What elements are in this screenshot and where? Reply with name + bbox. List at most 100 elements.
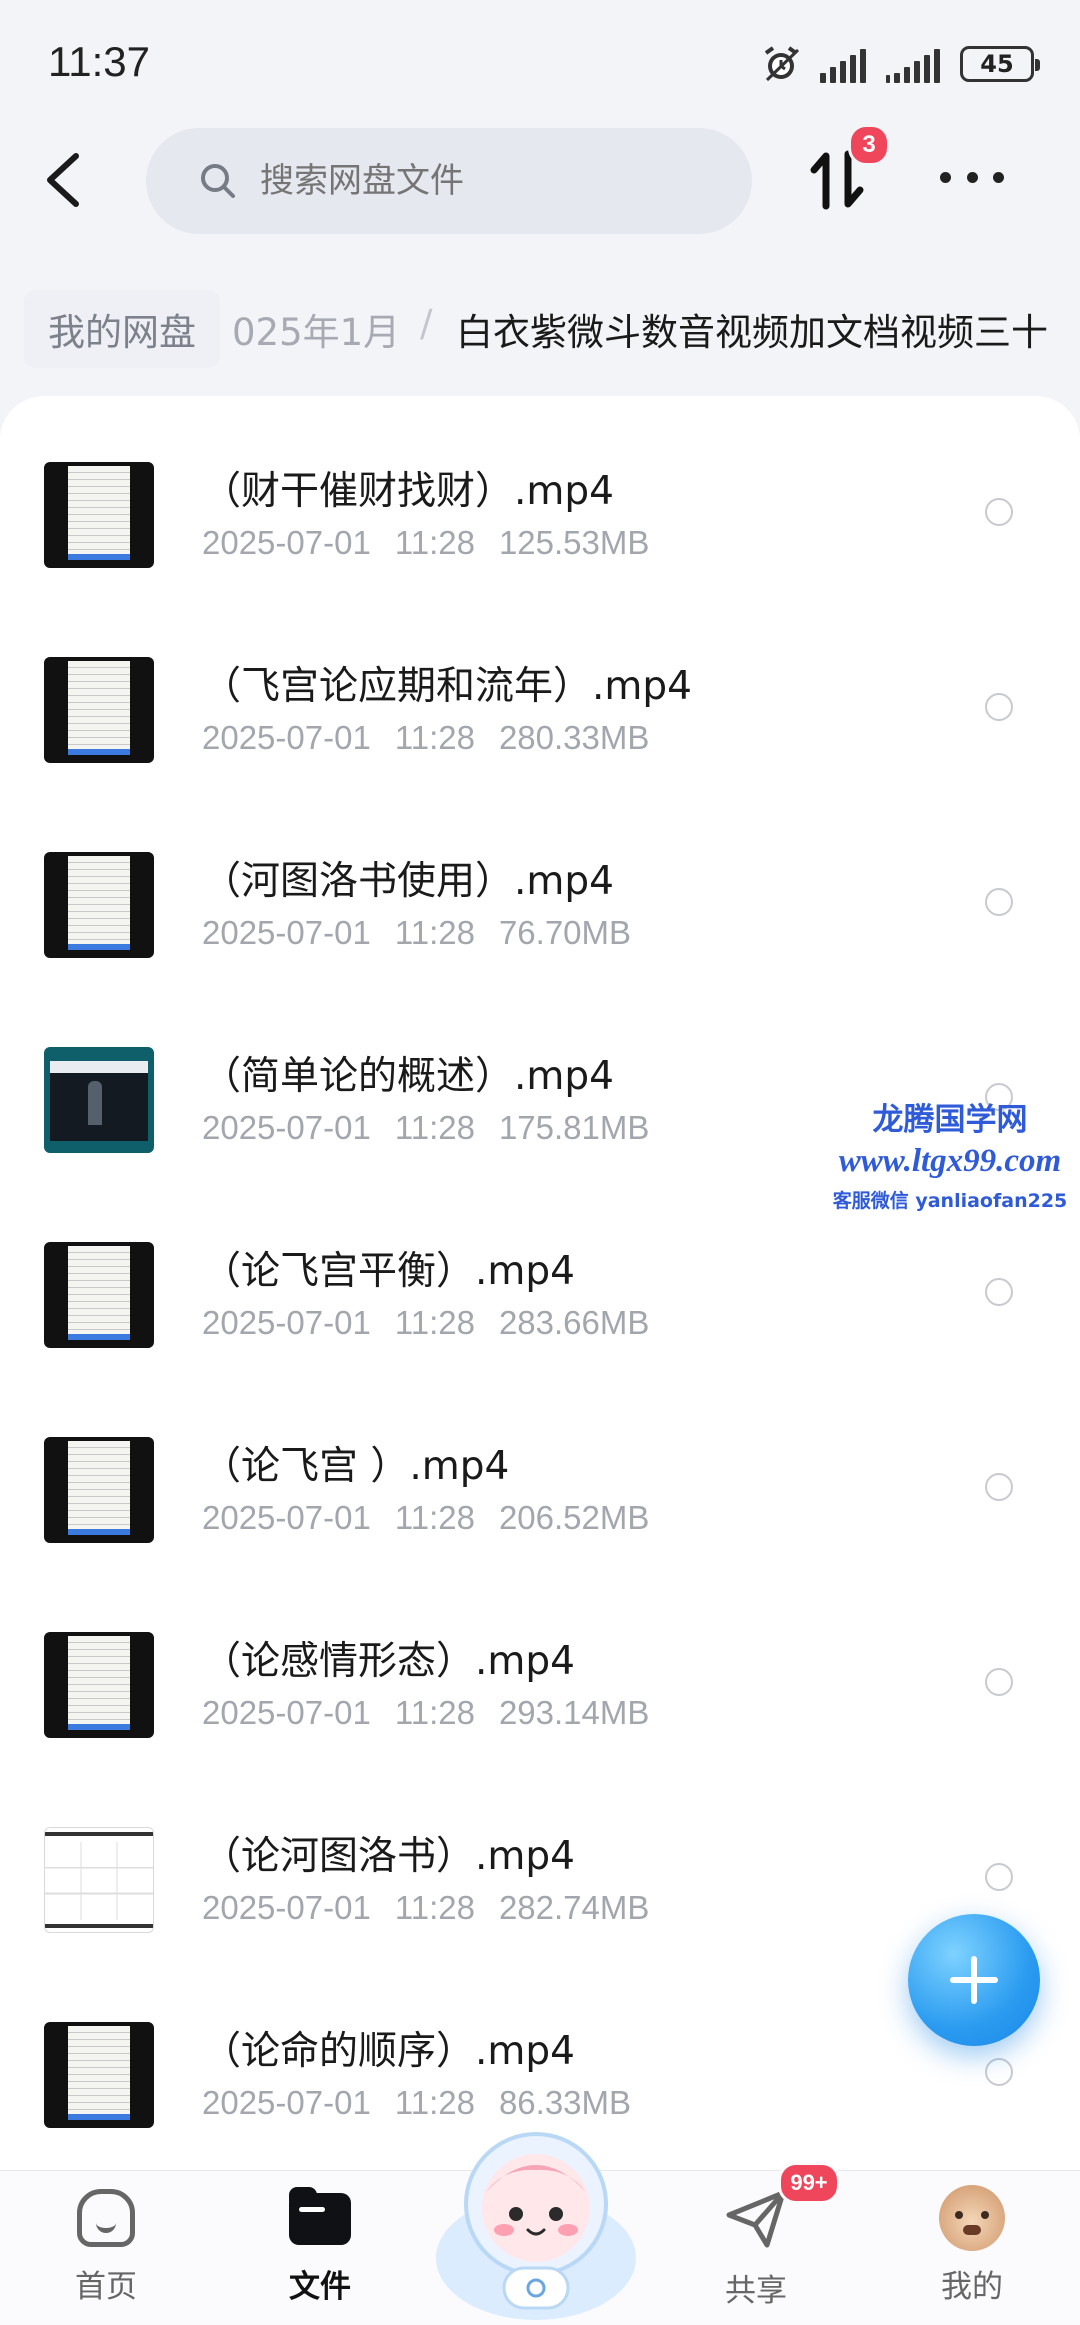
breadcrumb-folder[interactable]: 025年1月 — [232, 302, 400, 356]
share-badge: 99+ — [778, 2162, 840, 2204]
file-meta: 2025-07-01 11:28 283.66MB — [202, 1304, 673, 1342]
video-thumbnail — [44, 462, 154, 568]
file-time: 11:28 — [394, 524, 475, 561]
file-size: 175.81MB — [498, 1109, 650, 1146]
dot-icon — [966, 171, 978, 183]
file-size: 125.53MB — [498, 524, 650, 561]
signal-icon — [820, 45, 866, 83]
nav-me[interactable]: 我的 — [912, 2185, 1032, 2315]
breadcrumb-current: 白衣紫微斗数音视频加文档视频三十 — [456, 311, 1048, 354]
status-bar: 11:37 45 — [0, 0, 1080, 120]
video-thumbnail — [44, 1632, 154, 1738]
watermark: 龙腾国学网 www.ltgx99.com 客服微信 yanliaofan225 — [830, 1094, 1070, 1213]
file-date: 2025-07-01 — [202, 1499, 371, 1536]
breadcrumb: 我的网盘 025年1月 / 白衣紫微斗数音视频加文档视频三十 — [0, 268, 1080, 388]
file-time: 11:28 — [394, 1889, 475, 1926]
file-date: 2025-07-01 — [202, 719, 371, 756]
folder-icon — [285, 2185, 355, 2251]
select-checkbox[interactable] — [985, 1863, 1013, 1891]
file-meta: 2025-07-01 11:28 125.53MB — [202, 524, 673, 562]
status-icons: 45 — [762, 40, 1040, 88]
breadcrumb-root[interactable]: 我的网盘 — [24, 290, 220, 368]
dot-icon — [940, 171, 951, 183]
file-date: 2025-07-01 — [202, 524, 371, 561]
nav-share-label: 共享 — [725, 2273, 787, 2309]
plus-icon — [950, 1956, 998, 2004]
search-bar[interactable] — [146, 128, 752, 234]
nav-me-label: 我的 — [941, 2269, 1003, 2305]
file-date: 2025-07-01 — [202, 914, 371, 951]
video-thumbnail — [44, 657, 154, 763]
file-name: （河图洛书使用）.mp4 — [202, 859, 614, 904]
battery-icon: 45 — [960, 46, 1040, 82]
file-time: 11:28 — [394, 1109, 475, 1146]
file-meta: 2025-07-01 11:28 175.81MB — [202, 1109, 673, 1147]
nav-files-label: 文件 — [289, 2269, 351, 2305]
transfer-badge: 3 — [848, 124, 890, 166]
select-checkbox[interactable] — [985, 888, 1013, 916]
file-date: 2025-07-01 — [202, 1694, 371, 1731]
watermark-title: 龙腾国学网 — [872, 1102, 1028, 1138]
select-checkbox[interactable] — [985, 498, 1013, 526]
file-size: 293.14MB — [498, 1694, 650, 1731]
file-row[interactable]: （论感情形态）.mp4 2025-07-01 11:28 293.14MB — [0, 1566, 1080, 1761]
home-icon — [71, 2185, 141, 2251]
video-thumbnail — [44, 852, 154, 958]
select-checkbox[interactable] — [985, 693, 1013, 721]
search-input[interactable] — [258, 160, 702, 202]
file-date: 2025-07-01 — [202, 1304, 371, 1341]
file-row[interactable]: （河图洛书使用）.mp4 2025-07-01 11:28 76.70MB — [0, 786, 1080, 981]
select-checkbox[interactable] — [985, 1668, 1013, 1696]
select-checkbox[interactable] — [985, 1473, 1013, 1501]
file-date: 2025-07-01 — [202, 1889, 371, 1926]
nav-home[interactable]: 首页 — [46, 2185, 166, 2315]
file-meta: 2025-07-01 11:28 282.74MB — [202, 1889, 673, 1927]
file-time: 11:28 — [394, 1499, 475, 1536]
watermark-url: www.ltgx99.com — [838, 1143, 1062, 1179]
avatar — [939, 2185, 1005, 2251]
file-date: 2025-07-01 — [202, 1109, 371, 1146]
file-time: 11:28 — [394, 1694, 475, 1731]
select-checkbox[interactable] — [985, 1278, 1013, 1306]
video-thumbnail — [44, 1047, 154, 1153]
add-button[interactable] — [908, 1914, 1040, 2046]
nav-share[interactable]: 共享 — [696, 2185, 816, 2315]
status-time: 11:37 — [48, 38, 150, 85]
alarm-icon — [764, 46, 800, 82]
file-name: （论感情形态）.mp4 — [202, 1639, 575, 1684]
file-size: 283.66MB — [498, 1304, 650, 1341]
file-name: （论飞宫平衡）.mp4 — [202, 1249, 575, 1294]
file-meta: 2025-07-01 11:28 206.52MB — [202, 1499, 673, 1537]
file-size: 76.70MB — [498, 914, 632, 951]
file-time: 11:28 — [394, 1304, 475, 1341]
file-meta: 2025-07-01 11:28 280.33MB — [202, 719, 673, 757]
file-name: （论命的顺序）.mp4 — [202, 2029, 575, 2074]
select-checkbox[interactable] — [985, 2058, 1013, 2086]
file-time: 11:28 — [394, 914, 475, 951]
back-button[interactable] — [36, 150, 96, 210]
breadcrumb-separator: / — [420, 302, 433, 345]
nav-home-label: 首页 — [75, 2269, 137, 2305]
watermark-contact: 客服微信 yanliaofan225 — [832, 1190, 1068, 1212]
video-thumbnail — [44, 2022, 154, 2128]
video-thumbnail — [44, 1437, 154, 1543]
file-name: （简单论的概述）.mp4 — [202, 1054, 614, 1099]
more-options-button[interactable] — [940, 162, 1004, 192]
file-meta: 2025-07-01 11:28 76.70MB — [202, 914, 655, 952]
file-row[interactable]: （财干催财找财）.mp4 2025-07-01 11:28 125.53MB — [0, 396, 1080, 591]
file-name: （财干催财找财）.mp4 — [202, 469, 614, 514]
nav-files[interactable]: 文件 — [260, 2185, 380, 2315]
file-meta: 2025-07-01 11:28 293.14MB — [202, 1694, 673, 1732]
file-date: 2025-07-01 — [202, 2084, 371, 2121]
video-thumbnail — [44, 1242, 154, 1348]
file-size: 282.74MB — [498, 1889, 650, 1926]
file-row[interactable]: （论飞宫 ）.mp4 2025-07-01 11:28 206.52MB — [0, 1371, 1080, 1566]
file-size: 280.33MB — [498, 719, 650, 756]
file-row[interactable]: （飞宫论应期和流年）.mp4 2025-07-01 11:28 280.33MB — [0, 591, 1080, 786]
file-size: 206.52MB — [498, 1499, 650, 1536]
file-name: （论河图洛书）.mp4 — [202, 1834, 575, 1879]
file-time: 11:28 — [394, 719, 475, 756]
mascot-assistant-icon[interactable] — [428, 2108, 644, 2324]
file-row[interactable]: （论河图洛书）.mp4 2025-07-01 11:28 282.74MB — [0, 1761, 1080, 1956]
search-icon — [201, 164, 235, 198]
